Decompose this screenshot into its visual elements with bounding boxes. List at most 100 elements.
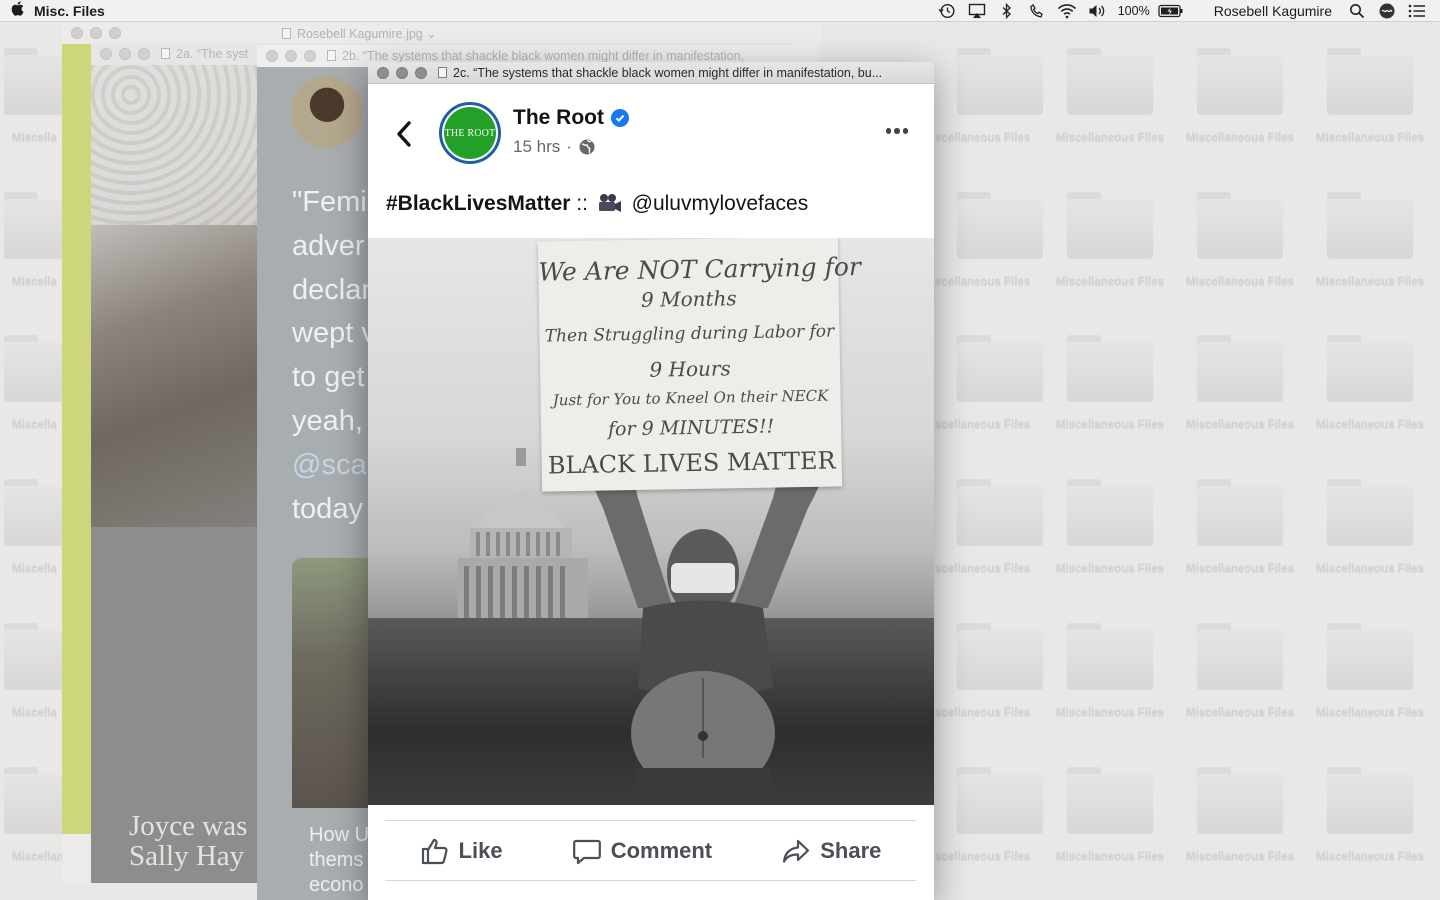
folder-label: Miscellaneous Files (1185, 707, 1294, 719)
siri-icon[interactable] (1372, 0, 1402, 22)
minimize-button[interactable] (285, 50, 297, 62)
link-title[interactable]: How U thems econo (309, 823, 369, 898)
desktop-folder[interactable]: Miscellaneous Files (1175, 309, 1305, 453)
close-button[interactable] (71, 27, 83, 39)
battery-charging-icon[interactable] (1156, 0, 1186, 22)
window-controls (91, 48, 161, 60)
notification-center-icon[interactable] (1402, 0, 1432, 22)
folder-icon (957, 335, 1043, 401)
like-label: Like (458, 837, 503, 863)
close-button[interactable] (266, 50, 278, 62)
minimize-button[interactable] (119, 48, 131, 60)
folder-label: Miscellaneous Files (1315, 707, 1424, 719)
folder-icon (1197, 192, 1283, 258)
caption-line: Joyce was (129, 810, 248, 842)
tweet-line: yeah, (292, 404, 363, 437)
desktop-folder[interactable]: Miscellaneous Files (1305, 309, 1435, 453)
post-photo[interactable]: We Are NOT Carrying for 9 Months Then St… (368, 238, 934, 805)
chevron-down-icon[interactable]: ⌄ (426, 27, 436, 41)
desktop-folder[interactable]: Miscellaneous Files (1045, 597, 1175, 741)
desktop-folder[interactable]: Miscellaneous Files (1305, 741, 1435, 885)
comment-button[interactable]: Comment (572, 836, 712, 866)
desktop-folder[interactable]: Miscellaneous Files (1305, 166, 1435, 310)
volume-icon[interactable] (1082, 0, 1112, 22)
user-name[interactable]: Rosebell Kagumire (1186, 3, 1342, 19)
close-button[interactable] (377, 66, 389, 79)
folder-icon (1327, 335, 1413, 401)
video-camera-icon (598, 194, 621, 212)
wifi-icon[interactable] (1052, 0, 1082, 22)
spotlight-search-icon[interactable] (1342, 0, 1372, 22)
folder-label: Miscellaneous Files (1315, 132, 1424, 144)
window-controls (257, 50, 327, 62)
meta-separator: · (566, 137, 572, 156)
time-machine-icon[interactable] (932, 0, 962, 22)
desktop-folder[interactable]: Miscellaneous Files (1045, 166, 1175, 310)
chevron-left-icon (397, 121, 411, 147)
close-button[interactable] (100, 48, 112, 60)
share-icon (783, 839, 810, 863)
window-title: Rosebell Kagumire.jpg ⌄ (282, 26, 437, 41)
folder-icon (957, 623, 1043, 689)
window-controls (368, 66, 438, 79)
desktop-folder[interactable]: Miscellaneous Files (1045, 741, 1175, 885)
tweet-line: adver (292, 229, 365, 262)
zoom-button[interactable] (138, 48, 150, 60)
desktop-folder[interactable]: Miscellaneous Files (1305, 22, 1435, 166)
desktop-folder[interactable]: Miscellaneous Files (1175, 22, 1305, 166)
tweet-line: today (292, 492, 363, 525)
tweet-line: "Femi (292, 186, 367, 218)
document-icon (327, 50, 336, 61)
link-thumbnail[interactable] (292, 558, 372, 808)
globe-icon (579, 139, 595, 155)
hashtag-link[interactable]: #BlackLivesMatter (386, 192, 570, 215)
bluetooth-icon[interactable] (992, 0, 1022, 22)
the-root-logo: THE ROOT (444, 107, 496, 159)
window-titlebar[interactable]: 2c. “The systems that shackle black wome… (368, 62, 934, 84)
share-button[interactable]: Share (781, 836, 881, 866)
folder-icon (1067, 48, 1153, 114)
desktop-folder[interactable]: Miscellaneous Files (1175, 166, 1305, 310)
page-name[interactable]: The Root (513, 106, 629, 130)
document-icon (161, 48, 170, 59)
tweet-text: "Femi adver declar wept v to get yeah, @… (292, 181, 376, 531)
battery-percentage[interactable]: 100% (1112, 4, 1156, 18)
folder-label: Miscellaneous Files (1055, 707, 1164, 719)
desktop-folder[interactable]: Miscellaneous Files (1305, 597, 1435, 741)
like-button[interactable]: Like (420, 836, 503, 866)
window-titlebar[interactable]: Rosebell Kagumire.jpg ⌄ (62, 22, 822, 44)
desktop-folder[interactable]: Miscellaneous Files (1305, 453, 1435, 597)
folder-label: Miscellaneous Files (1055, 132, 1164, 144)
apple-menu-icon[interactable] (0, 1, 34, 20)
back-button[interactable] (390, 119, 418, 149)
post-time[interactable]: 15 hrs (513, 137, 560, 157)
zoom-button[interactable] (304, 50, 316, 62)
folder-icon (1327, 479, 1413, 545)
sign-line: for 9 MINUTES!! (607, 415, 775, 441)
airplay-icon[interactable] (962, 0, 992, 22)
desktop-folder[interactable]: Miscellaneous Files (1175, 453, 1305, 597)
window-2c[interactable]: 2c. “The systems that shackle black wome… (368, 62, 934, 900)
desktop-folder[interactable]: Miscellaneous Files (1045, 22, 1175, 166)
desktop-folder[interactable]: Miscellaneous Files (1045, 453, 1175, 597)
zoom-button[interactable] (109, 27, 121, 39)
zoom-button[interactable] (415, 66, 427, 79)
folder-icon (1197, 767, 1283, 833)
desktop-folder[interactable]: Miscellaneous Files (1175, 597, 1305, 741)
folder-label: Miscellaneous Files (1185, 563, 1294, 575)
photographer-handle[interactable]: @uluvmylovefaces (632, 192, 809, 215)
minimize-button[interactable] (90, 27, 102, 39)
more-options-icon[interactable] (880, 120, 914, 142)
photo-caption: Joyce was Sally Hay (129, 811, 247, 871)
folder-icon (1197, 335, 1283, 401)
tweet-mention[interactable]: @sca (292, 444, 376, 488)
page-avatar[interactable]: THE ROOT (439, 102, 501, 164)
app-name[interactable]: Misc. Files (34, 3, 105, 19)
desktop-folder[interactable]: Miscellaneous Files (1045, 309, 1175, 453)
share-label: Share (820, 837, 882, 863)
folder-label: Miscellaneous Files (1055, 276, 1164, 288)
post-actions: Like Comment Share (385, 820, 916, 881)
desktop-folder[interactable]: Miscellaneous Files (1175, 741, 1305, 885)
phone-icon[interactable] (1022, 0, 1052, 22)
minimize-button[interactable] (396, 66, 408, 79)
